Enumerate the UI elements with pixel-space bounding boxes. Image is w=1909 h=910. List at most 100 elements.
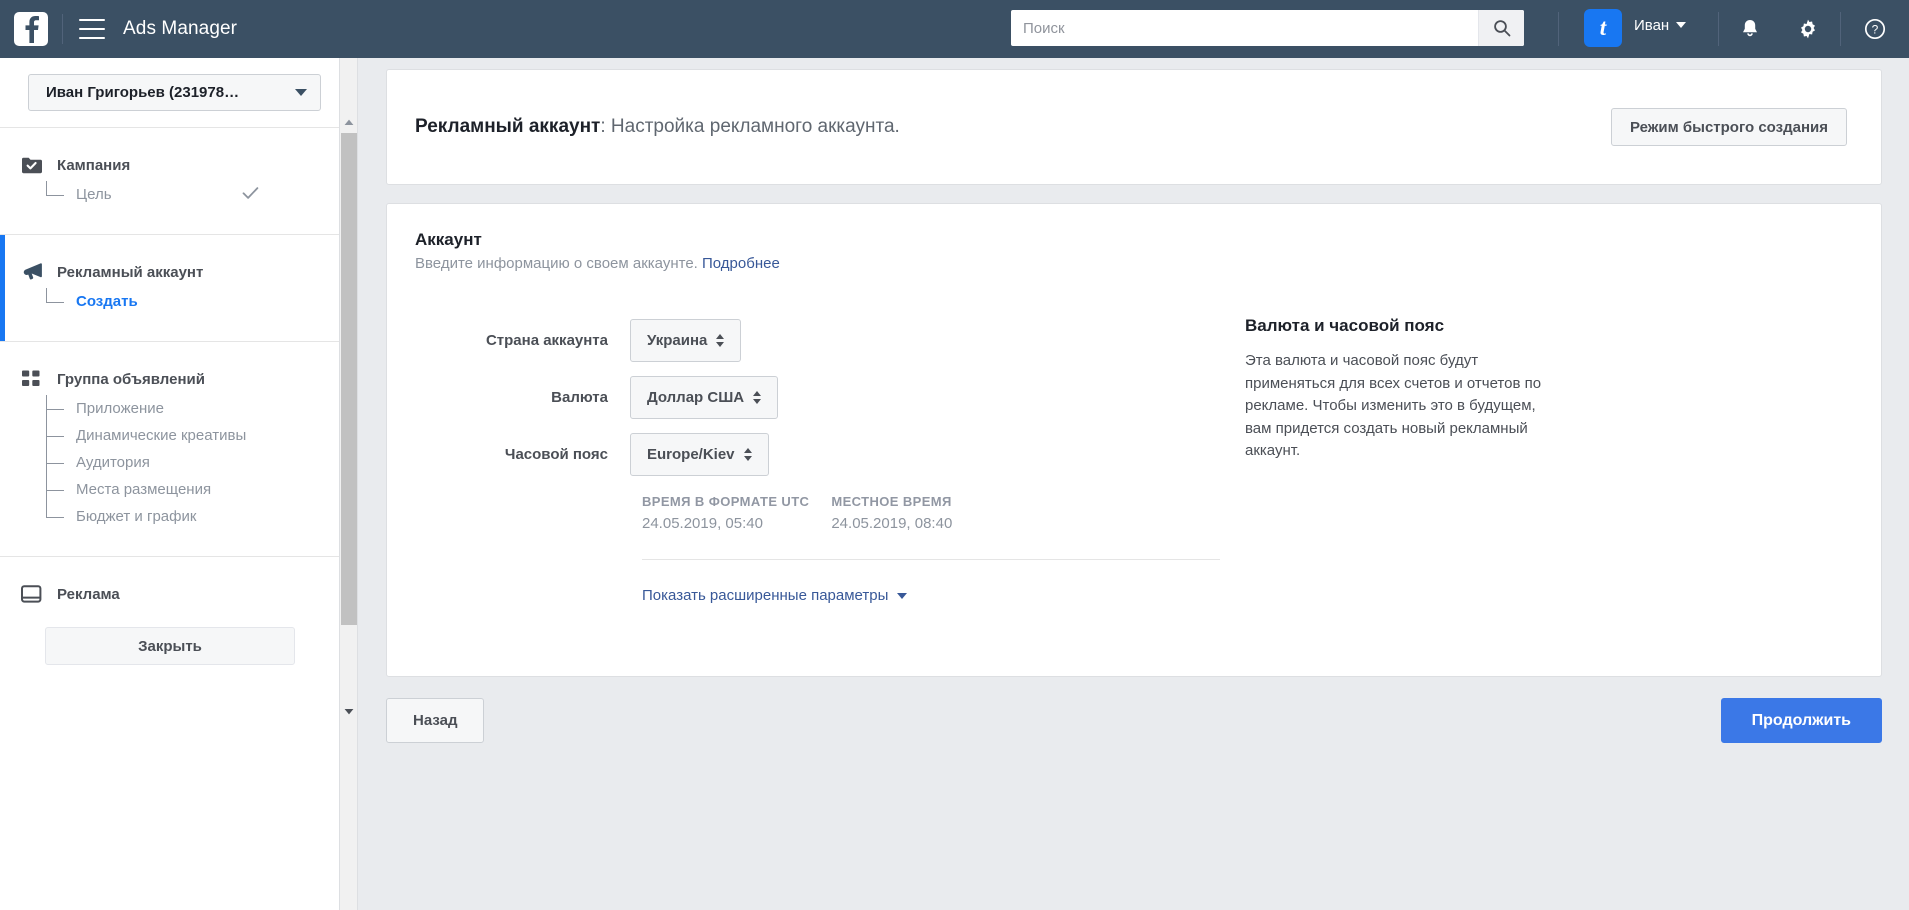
sidebar-item-create[interactable]: Создать [46, 288, 339, 315]
tree-connector [46, 422, 72, 449]
footer-actions: Назад Продолжить [386, 698, 1882, 743]
notifications-button[interactable] [1733, 12, 1767, 46]
hamburger-menu-icon[interactable] [79, 19, 105, 39]
sidebar-item-dynamic-creatives-label: Динамические креативы [76, 427, 247, 444]
sidebar-section-ad-account: Рекламный аккаунт Создать [0, 235, 339, 341]
sidebar-item-dynamic-creatives[interactable]: Динамические креативы [46, 422, 339, 449]
time-caption-utc: ВРЕМЯ В ФОРМАТЕ UTC [642, 494, 810, 509]
time-block-local: МЕСТНОЕ ВРЕМЯ 24.05.2019, 08:40 [831, 494, 952, 532]
tree-connector [46, 503, 72, 530]
sidebar-item-audience[interactable]: Аудитория [46, 449, 339, 476]
sort-chevrons-icon [716, 334, 725, 347]
check-icon [242, 186, 259, 203]
facebook-logo-icon[interactable] [14, 12, 48, 46]
sidebar-item-app-label: Приложение [76, 400, 164, 417]
page-title: Рекламный аккаунт: Настройка рекламного … [415, 116, 900, 138]
folder-check-icon [21, 154, 45, 176]
chevron-down-icon [295, 89, 307, 96]
facebook-f-glyph [25, 16, 39, 43]
tree-connector [46, 288, 72, 315]
user-menu-label: Иван [1634, 17, 1670, 34]
chevron-down-icon [1676, 22, 1687, 28]
time-caption-local: МЕСТНОЕ ВРЕМЯ [831, 494, 952, 509]
form-row-country: Страна аккаунта Украина [415, 319, 1853, 362]
sidebar-scrollbar[interactable] [340, 58, 358, 910]
sidebar-item-objective[interactable]: Цель [46, 181, 339, 208]
select-currency[interactable]: Доллар США [630, 376, 779, 419]
time-value-local: 24.05.2019, 08:40 [831, 515, 953, 532]
tree-connector [46, 181, 72, 208]
sort-chevrons-icon [753, 391, 762, 404]
close-button-wrap: Закрыть [0, 605, 339, 665]
scroll-down-arrow-icon[interactable] [340, 702, 358, 720]
left-sidebar: Иван Григорьев (231978… Кампания Цель Ре… [0, 58, 340, 910]
sidebar-item-objective-label: Цель [76, 186, 112, 203]
section-subtitle-account: Введите информацию о своем аккаунте. Под… [415, 255, 1853, 272]
sidebar-item-budget-schedule[interactable]: Бюджет и график [46, 503, 339, 530]
page-header-card: Рекламный аккаунт: Настройка рекламного … [386, 69, 1882, 185]
tree-connector [46, 395, 72, 422]
sort-chevrons-icon [743, 448, 752, 461]
header-divider-2 [1558, 12, 1559, 46]
help-button[interactable]: ? [1858, 12, 1892, 46]
sidebar-item-campaign-label: Кампания [57, 156, 131, 174]
label-account-country: Страна аккаунта [485, 332, 608, 349]
window-icon [21, 583, 45, 605]
sidebar-item-ad-set-label: Группа объявлений [57, 370, 205, 388]
quick-create-mode-button[interactable]: Режим быстрого создания [1610, 108, 1847, 146]
bell-icon [1743, 20, 1757, 37]
avatar[interactable]: t [1584, 9, 1622, 47]
account-card: Аккаунт Введите информацию о своем аккау… [386, 203, 1882, 677]
form-row-currency: Валюта Доллар США [415, 376, 1853, 419]
select-account-country[interactable]: Украина [630, 319, 742, 362]
continue-button[interactable]: Продолжить [1720, 698, 1882, 743]
time-value-utc: 24.05.2019, 05:40 [642, 515, 763, 532]
help-panel-text: Эта валюта и часовой пояс будут применят… [1245, 352, 1542, 459]
search-icon [1493, 20, 1510, 37]
sidebar-item-create-label: Создать [76, 293, 138, 310]
grid-squares-icon [21, 368, 45, 390]
back-button[interactable]: Назад [386, 698, 485, 743]
sidebar-item-ad-account[interactable]: Рекламный аккаунт [5, 261, 339, 283]
sidebar-section-campaign: Кампания Цель [0, 128, 339, 234]
form-divider [642, 559, 1220, 560]
form-row-timezone: Часовой пояс Europe/Kiev [415, 433, 1853, 476]
account-selector-label: Иван Григорьев (231978… [46, 84, 240, 101]
sidebar-section-ad: Реклама [0, 557, 339, 605]
main-content: Рекламный аккаунт: Настройка рекламного … [359, 58, 1909, 910]
search-button[interactable] [1478, 10, 1524, 46]
search-input[interactable] [1011, 10, 1478, 46]
time-block-utc: ВРЕМЯ В ФОРМАТЕ UTC 24.05.2019, 05:40 [642, 494, 809, 532]
show-advanced-options-link[interactable]: Показать расширенные параметры [642, 587, 908, 604]
close-button[interactable]: Закрыть [45, 627, 295, 665]
select-account-country-value: Украина [647, 332, 708, 349]
tree-connector [46, 476, 72, 503]
sidebar-children-campaign: Цель [0, 176, 339, 208]
sidebar-item-campaign[interactable]: Кампания [0, 154, 339, 176]
select-timezone[interactable]: Europe/Kiev [630, 433, 769, 476]
learn-more-link[interactable]: Подробнее [702, 255, 780, 272]
search-box[interactable] [1011, 10, 1524, 46]
user-menu[interactable]: Иван [1634, 17, 1687, 34]
sidebar-item-ad-account-label: Рекламный аккаунт [57, 263, 204, 281]
account-selector[interactable]: Иван Григорьев (231978… [28, 74, 321, 111]
svg-text:?: ? [1872, 23, 1879, 37]
sidebar-section-ad-set: Группа объявлений Приложение Динамически… [0, 342, 339, 556]
settings-button[interactable] [1791, 12, 1825, 46]
section-title-account: Аккаунт [415, 230, 482, 249]
scroll-up-arrow-icon[interactable] [340, 113, 358, 131]
sidebar-item-placements[interactable]: Места размещения [46, 476, 339, 503]
select-timezone-value: Europe/Kiev [647, 446, 735, 463]
page-title-rest: : Настройка рекламного аккаунта. [600, 116, 900, 137]
page-title-bold: Рекламный аккаунт [415, 116, 601, 137]
sidebar-item-ad-set[interactable]: Группа объявлений [0, 368, 339, 390]
scrollbar-thumb[interactable] [341, 133, 357, 625]
help-panel: Валюта и часовой пояс Эта валюта и часов… [1245, 316, 1545, 463]
sidebar-item-budget-schedule-label: Бюджет и график [76, 508, 197, 525]
time-preview: ВРЕМЯ В ФОРМАТЕ UTC 24.05.2019, 05:40 МЕ… [642, 494, 1853, 532]
header-divider [62, 14, 63, 44]
top-navigation-bar: Ads Manager [0, 0, 1909, 58]
sidebar-item-app[interactable]: Приложение [46, 395, 339, 422]
account-form: Страна аккаунта Украина Валюта Доллар СШ… [415, 319, 1853, 605]
sidebar-item-ad[interactable]: Реклама [0, 583, 339, 605]
